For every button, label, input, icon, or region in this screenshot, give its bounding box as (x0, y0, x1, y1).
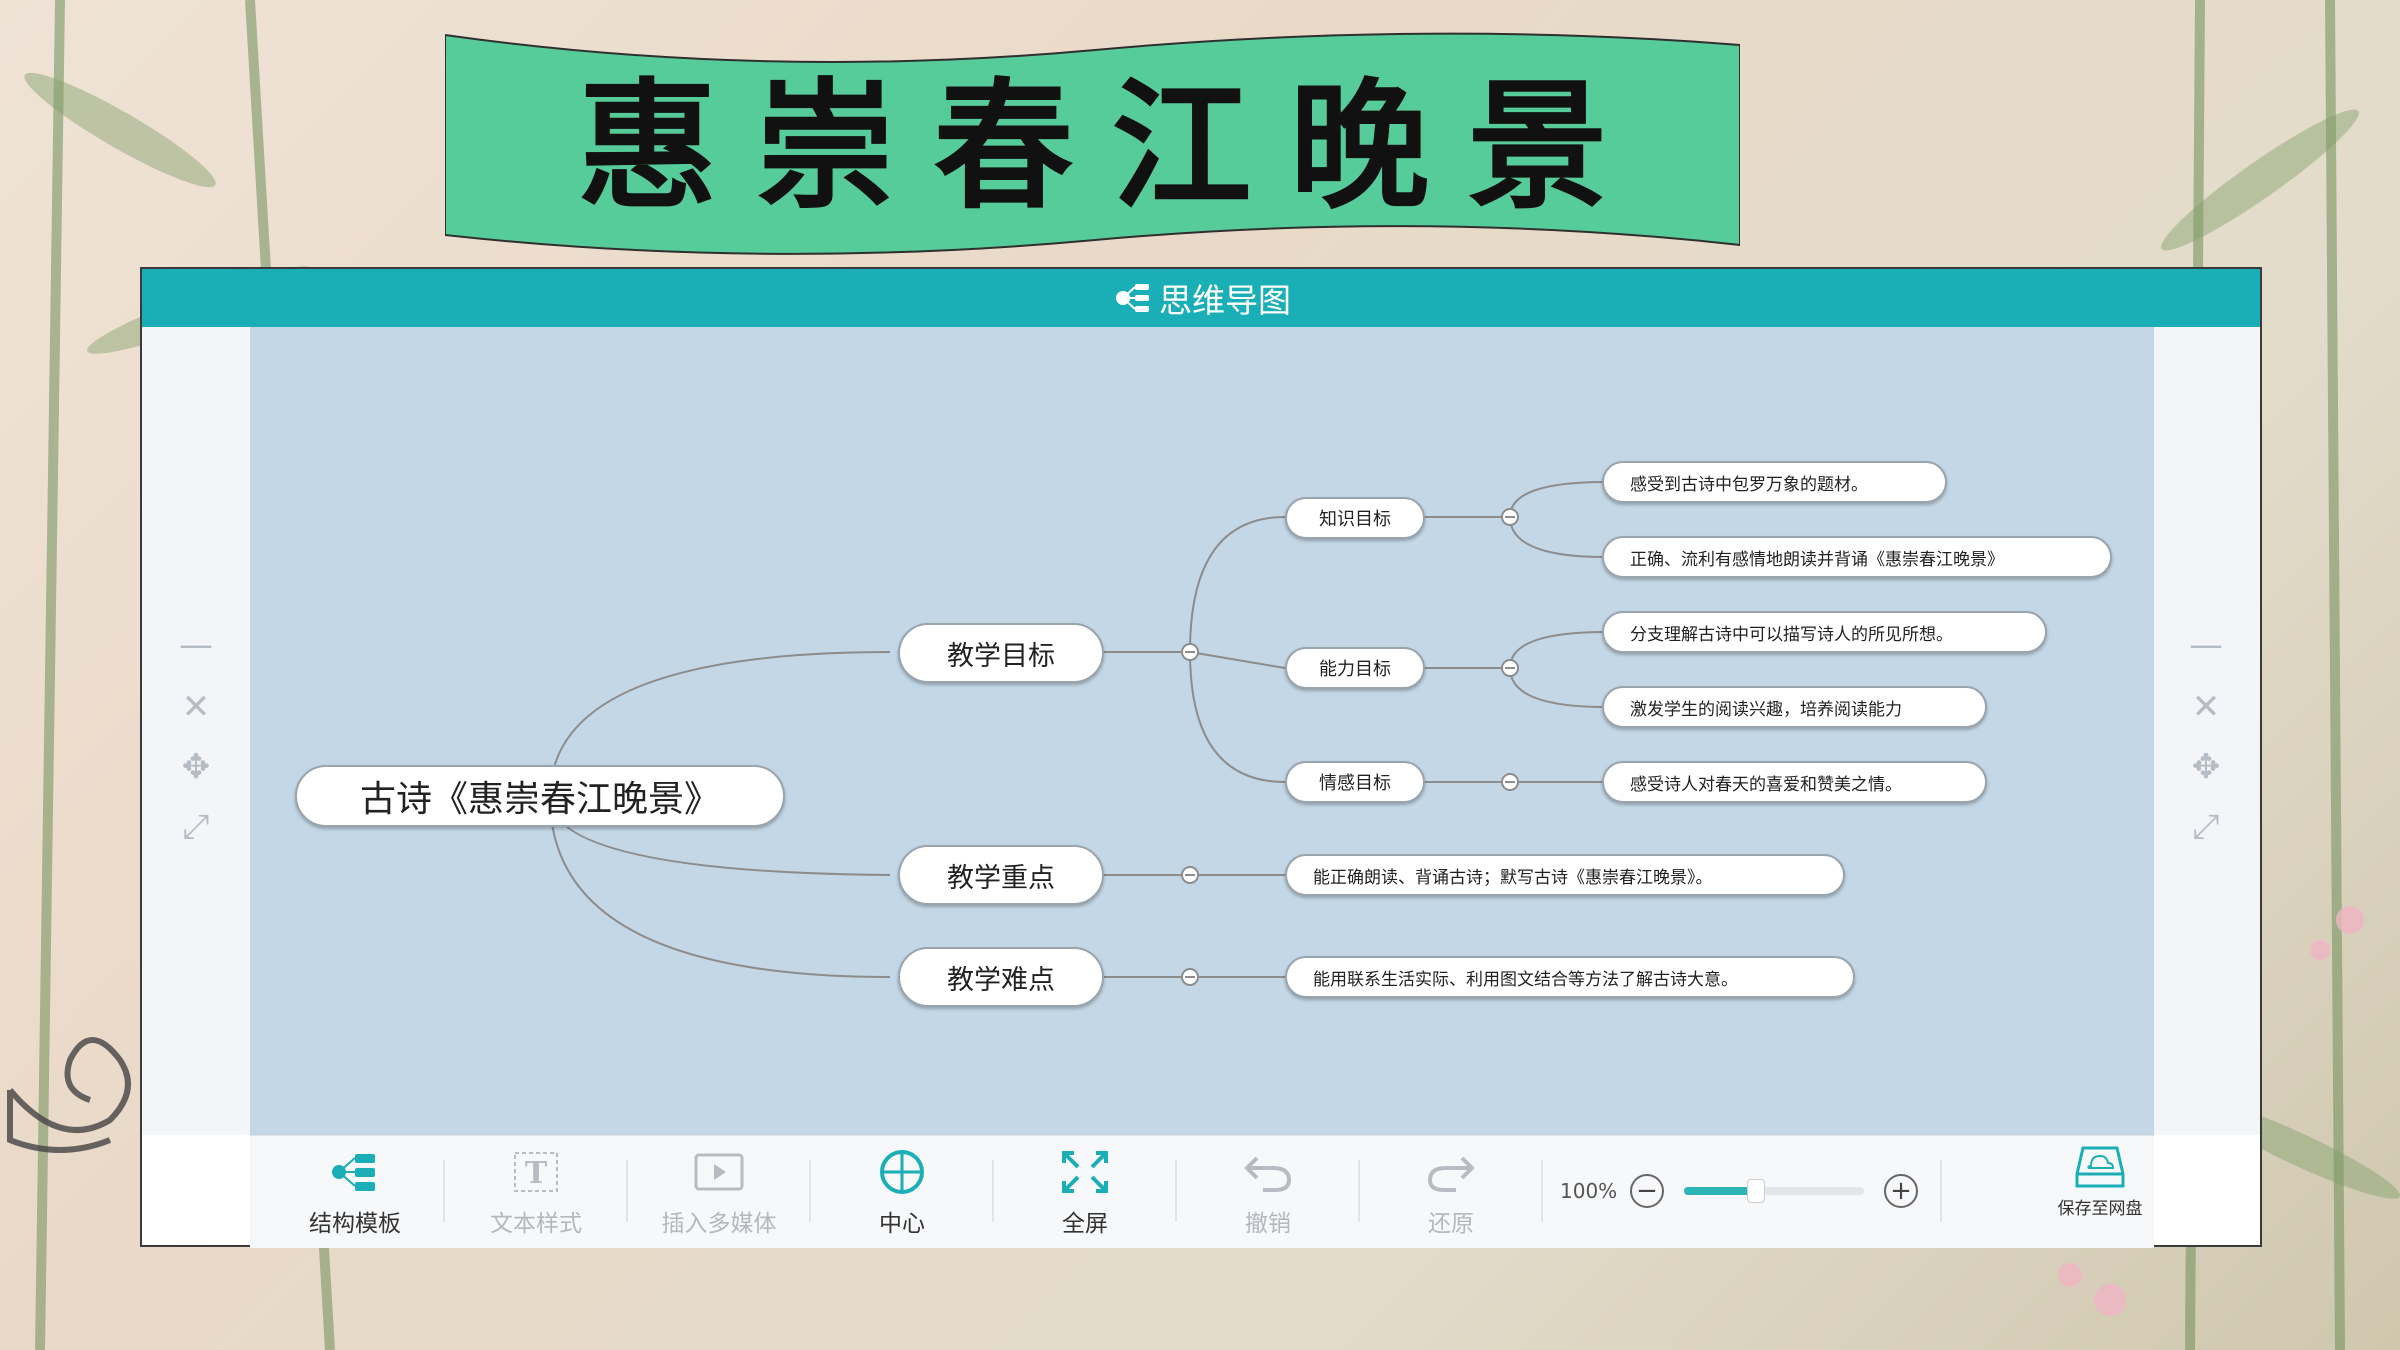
move-icon[interactable]: ✥ (142, 737, 250, 797)
mindmap-app-window: 思维导图 — ✕ ✥ ⤢ — ✕ ✥ ⤢ 古诗《惠崇春江晚景》 教学目标 教学重… (140, 267, 2262, 1248)
slide-title: 惠崇春江晚景 (577, 66, 1646, 229)
redo-label: 还原 (1428, 1211, 1474, 1237)
svg-text:T: T (525, 1156, 548, 1191)
zoom-percent: 100% (1560, 1179, 1618, 1203)
sub-node-knowledge[interactable]: 知识目标 (1285, 497, 1425, 539)
text-style-label: 文本样式 (490, 1211, 582, 1237)
branch-node-key-points[interactable]: 教学重点 (898, 845, 1104, 905)
toolbar-divider (1358, 1160, 1360, 1222)
structure-template-label: 结构模板 (309, 1211, 401, 1237)
toolbar-divider (1175, 1160, 1177, 1222)
toolbar-divider (1940, 1160, 1942, 1222)
text-style-icon: T (514, 1152, 558, 1192)
leaf-node[interactable]: 感受到古诗中包罗万象的题材。 (1602, 461, 1947, 503)
close-icon[interactable]: ✕ (2152, 677, 2260, 737)
leaf-node[interactable]: 激发学生的阅读兴趣，培养阅读能力 (1602, 686, 1987, 728)
fit-screen-icon[interactable]: ⤢ (142, 797, 250, 857)
sub-node-ability[interactable]: 能力目标 (1285, 647, 1425, 689)
fullscreen-label: 全屏 (1062, 1211, 1108, 1237)
zoom-slider-handle[interactable] (1747, 1179, 1765, 1203)
branch-node-difficulties[interactable]: 教学难点 (898, 947, 1104, 1007)
center-label: 中心 (879, 1211, 925, 1237)
leaf-node[interactable]: 能正确朗读、背诵古诗；默写古诗《惠崇春江晚景》。 (1285, 854, 1845, 896)
leaf-node[interactable]: 分支理解古诗中可以描写诗人的所见所想。 (1602, 611, 2047, 653)
zoom-control: 100% − + (1560, 1166, 1940, 1216)
toolbar-divider (1541, 1160, 1543, 1222)
insert-media-button[interactable]: 插入多媒体 (629, 1146, 809, 1241)
fullscreen-icon (1062, 1151, 1108, 1193)
root-node[interactable]: 古诗《惠崇春江晚景》 (295, 765, 785, 827)
center-icon (880, 1150, 924, 1194)
sub-node-emotion[interactable]: 情感目标 (1285, 761, 1425, 803)
cloud-drive-icon (2075, 1146, 2125, 1188)
center-button[interactable]: 中心 (812, 1146, 992, 1241)
app-title: 思维导图 (1159, 281, 1291, 320)
undo-label: 撤销 (1245, 1211, 1291, 1237)
insert-media-label: 插入多媒体 (661, 1211, 777, 1237)
fit-screen-icon[interactable]: ⤢ (2152, 797, 2260, 857)
right-side-panel: — ✕ ✥ ⤢ (2152, 327, 2260, 1135)
close-icon[interactable]: ✕ (142, 677, 250, 737)
undo-icon (1244, 1156, 1292, 1192)
zoom-in-button[interactable]: + (1884, 1174, 1918, 1208)
move-icon[interactable]: ✥ (2152, 737, 2260, 797)
toolbar-divider (626, 1160, 628, 1222)
toolbar-divider (443, 1160, 445, 1222)
leaf-node[interactable]: 感受诗人对春天的喜爱和赞美之情。 (1602, 761, 1987, 803)
minimize-icon[interactable]: — (2152, 615, 2260, 675)
structure-icon (332, 1154, 375, 1191)
save-to-cloud-button[interactable]: 保存至网盘 (2040, 1144, 2160, 1244)
leaf-node[interactable]: 正确、流利有感情地朗读并背诵《惠崇春江晚景》 (1602, 536, 2112, 578)
duck-icon (7, 1037, 131, 1153)
app-titlebar: 思维导图 (142, 269, 2260, 327)
redo-icon (1427, 1156, 1475, 1192)
zoom-out-button[interactable]: − (1630, 1174, 1664, 1208)
mindmap-connectors (549, 481, 1606, 986)
bottom-toolbar: 结构模板 T 文本样式 插入多媒体 中心 全屏 撤销 还原 100% − + 保… (250, 1135, 2154, 1248)
media-icon (694, 1153, 744, 1191)
mindmap-canvas[interactable]: 古诗《惠崇春江晚景》 教学目标 教学重点 教学难点 知识目标 能力目标 情感目标… (250, 327, 2154, 1135)
toolbar-divider (809, 1160, 811, 1222)
zoom-slider[interactable] (1684, 1179, 1864, 1203)
mindmap-logo-icon (1116, 284, 1149, 312)
branch-node-objectives[interactable]: 教学目标 (898, 623, 1104, 683)
structure-template-button[interactable]: 结构模板 (265, 1146, 445, 1241)
minimize-icon[interactable]: — (142, 615, 250, 675)
text-style-button[interactable]: T 文本样式 (446, 1146, 626, 1241)
zoom-slider-fill (1684, 1187, 1756, 1195)
toolbar-divider (992, 1160, 994, 1222)
undo-button[interactable]: 撤销 (1178, 1146, 1358, 1241)
save-label: 保存至网盘 (2057, 1199, 2143, 1219)
left-side-panel: — ✕ ✥ ⤢ (142, 327, 250, 1135)
leaf-node[interactable]: 能用联系生活实际、利用图文结合等方法了解古诗大意。 (1285, 956, 1855, 998)
fullscreen-button[interactable]: 全屏 (995, 1146, 1175, 1241)
redo-button[interactable]: 还原 (1361, 1146, 1541, 1241)
